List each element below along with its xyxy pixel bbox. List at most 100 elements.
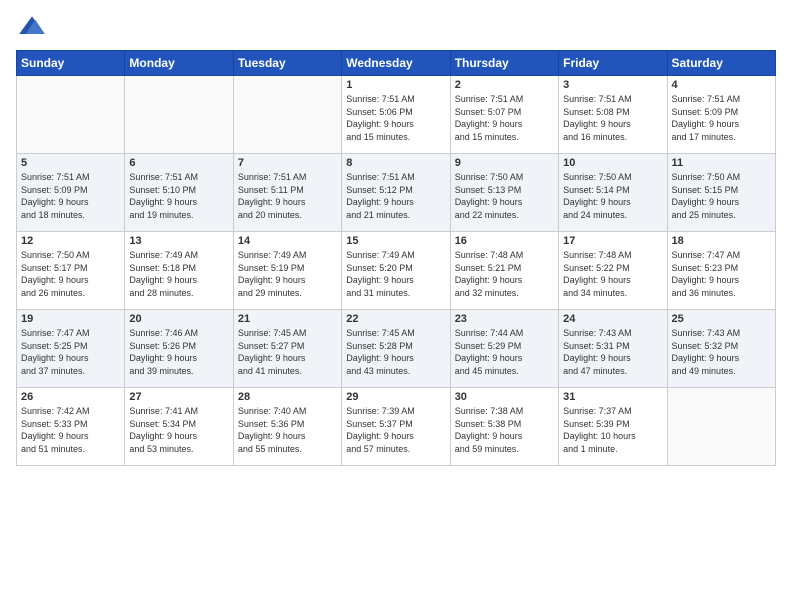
day-info: Sunrise: 7:51 AMSunset: 5:12 PMDaylight:… (346, 171, 445, 221)
day-info: Sunrise: 7:51 AMSunset: 5:06 PMDaylight:… (346, 93, 445, 143)
calendar-cell: 8 Sunrise: 7:51 AMSunset: 5:12 PMDaylight… (342, 154, 450, 232)
day-info: Sunrise: 7:51 AMSunset: 5:09 PMDaylight:… (672, 93, 771, 143)
day-info: Sunrise: 7:47 AMSunset: 5:25 PMDaylight:… (21, 327, 120, 377)
calendar-week-2: 12 Sunrise: 7:50 AMSunset: 5:17 PMDayligh… (17, 232, 776, 310)
day-info: Sunrise: 7:45 AMSunset: 5:28 PMDaylight:… (346, 327, 445, 377)
logo (16, 10, 52, 42)
day-info: Sunrise: 7:43 AMSunset: 5:31 PMDaylight:… (563, 327, 662, 377)
day-number: 14 (238, 235, 337, 247)
header (16, 10, 776, 42)
calendar-week-4: 26Sunrise: 7:42 AMSunset: 5:33 PMDayligh… (17, 388, 776, 466)
day-number: 19 (21, 313, 120, 325)
calendar-cell (667, 388, 775, 466)
day-info: Sunrise: 7:48 AMSunset: 5:22 PMDaylight:… (563, 249, 662, 299)
day-number: 4 (672, 79, 771, 91)
calendar-cell: 26Sunrise: 7:42 AMSunset: 5:33 PMDayligh… (17, 388, 125, 466)
day-info: Sunrise: 7:51 AMSunset: 5:09 PMDaylight:… (21, 171, 120, 221)
day-info: Sunrise: 7:50 AMSunset: 5:14 PMDaylight:… (563, 171, 662, 221)
day-info: Sunrise: 7:46 AMSunset: 5:26 PMDaylight:… (129, 327, 228, 377)
calendar-cell: 11Sunrise: 7:50 AMSunset: 5:15 PMDayligh… (667, 154, 775, 232)
day-number: 26 (21, 391, 120, 403)
day-info: Sunrise: 7:51 AMSunset: 5:10 PMDaylight:… (129, 171, 228, 221)
day-info: Sunrise: 7:45 AMSunset: 5:27 PMDaylight:… (238, 327, 337, 377)
calendar-cell (17, 76, 125, 154)
day-info: Sunrise: 7:44 AMSunset: 5:29 PMDaylight:… (455, 327, 554, 377)
calendar-cell: 3Sunrise: 7:51 AMSunset: 5:08 PMDaylight… (559, 76, 667, 154)
calendar-cell: 9Sunrise: 7:50 AMSunset: 5:13 PMDaylight… (450, 154, 558, 232)
calendar-cell: 18 Sunrise: 7:47 AMSunset: 5:23 PMDayligh… (667, 232, 775, 310)
day-number: 23 (455, 313, 554, 325)
day-number: 12 (21, 235, 120, 247)
day-number: 18 (672, 235, 771, 247)
calendar-cell: 25 Sunrise: 7:43 AMSunset: 5:32 PMDayligh… (667, 310, 775, 388)
calendar-header-monday: Monday (125, 51, 233, 76)
day-info: Sunrise: 7:51 AMSunset: 5:11 PMDaylight:… (238, 171, 337, 221)
calendar-week-1: 5 Sunrise: 7:51 AMSunset: 5:09 PMDaylight… (17, 154, 776, 232)
calendar-week-0: 1 Sunrise: 7:51 AMSunset: 5:06 PMDaylight… (17, 76, 776, 154)
day-number: 25 (672, 313, 771, 325)
calendar-header-friday: Friday (559, 51, 667, 76)
calendar-header-wednesday: Wednesday (342, 51, 450, 76)
calendar-cell: 15 Sunrise: 7:49 AMSunset: 5:20 PMDayligh… (342, 232, 450, 310)
day-info: Sunrise: 7:51 AMSunset: 5:07 PMDaylight:… (455, 93, 554, 143)
day-number: 2 (455, 79, 554, 91)
calendar-cell: 13 Sunrise: 7:49 AMSunset: 5:18 PMDayligh… (125, 232, 233, 310)
calendar-cell: 5 Sunrise: 7:51 AMSunset: 5:09 PMDaylight… (17, 154, 125, 232)
page: SundayMondayTuesdayWednesdayThursdayFrid… (0, 0, 792, 612)
day-number: 21 (238, 313, 337, 325)
calendar-cell: 27 Sunrise: 7:41 AMSunset: 5:34 PMDayligh… (125, 388, 233, 466)
calendar-cell: 31 Sunrise: 7:37 AMSunset: 5:39 PMDayligh… (559, 388, 667, 466)
day-number: 7 (238, 157, 337, 169)
calendar-cell: 6 Sunrise: 7:51 AMSunset: 5:10 PMDaylight… (125, 154, 233, 232)
day-number: 13 (129, 235, 228, 247)
calendar-header-sunday: Sunday (17, 51, 125, 76)
day-info: Sunrise: 7:49 AMSunset: 5:20 PMDaylight:… (346, 249, 445, 299)
day-number: 27 (129, 391, 228, 403)
calendar-cell: 20Sunrise: 7:46 AMSunset: 5:26 PMDayligh… (125, 310, 233, 388)
day-number: 3 (563, 79, 662, 91)
day-number: 31 (563, 391, 662, 403)
day-info: Sunrise: 7:41 AMSunset: 5:34 PMDaylight:… (129, 405, 228, 455)
day-number: 11 (672, 157, 771, 169)
day-info: Sunrise: 7:49 AMSunset: 5:19 PMDaylight:… (238, 249, 337, 299)
day-number: 16 (455, 235, 554, 247)
day-number: 5 (21, 157, 120, 169)
day-info: Sunrise: 7:47 AMSunset: 5:23 PMDaylight:… (672, 249, 771, 299)
calendar-header-row: SundayMondayTuesdayWednesdayThursdayFrid… (17, 51, 776, 76)
calendar-week-3: 19 Sunrise: 7:47 AMSunset: 5:25 PMDayligh… (17, 310, 776, 388)
calendar-cell: 10Sunrise: 7:50 AMSunset: 5:14 PMDayligh… (559, 154, 667, 232)
calendar-table: SundayMondayTuesdayWednesdayThursdayFrid… (16, 50, 776, 466)
day-number: 24 (563, 313, 662, 325)
day-number: 1 (346, 79, 445, 91)
day-info: Sunrise: 7:48 AMSunset: 5:21 PMDaylight:… (455, 249, 554, 299)
day-number: 17 (563, 235, 662, 247)
day-number: 8 (346, 157, 445, 169)
day-info: Sunrise: 7:38 AMSunset: 5:38 PMDaylight:… (455, 405, 554, 455)
calendar-cell: 1 Sunrise: 7:51 AMSunset: 5:06 PMDaylight… (342, 76, 450, 154)
calendar-cell: 22 Sunrise: 7:45 AMSunset: 5:28 PMDayligh… (342, 310, 450, 388)
calendar-header-thursday: Thursday (450, 51, 558, 76)
calendar-cell: 7 Sunrise: 7:51 AMSunset: 5:11 PMDaylight… (233, 154, 341, 232)
calendar-cell: 2 Sunrise: 7:51 AMSunset: 5:07 PMDaylight… (450, 76, 558, 154)
day-number: 15 (346, 235, 445, 247)
day-number: 28 (238, 391, 337, 403)
day-number: 6 (129, 157, 228, 169)
day-info: Sunrise: 7:49 AMSunset: 5:18 PMDaylight:… (129, 249, 228, 299)
calendar-cell: 30Sunrise: 7:38 AMSunset: 5:38 PMDayligh… (450, 388, 558, 466)
day-info: Sunrise: 7:37 AMSunset: 5:39 PMDaylight:… (563, 405, 662, 455)
calendar-cell: 19 Sunrise: 7:47 AMSunset: 5:25 PMDayligh… (17, 310, 125, 388)
calendar-cell: 24 Sunrise: 7:43 AMSunset: 5:31 PMDayligh… (559, 310, 667, 388)
calendar-cell: 29 Sunrise: 7:39 AMSunset: 5:37 PMDayligh… (342, 388, 450, 466)
day-info: Sunrise: 7:40 AMSunset: 5:36 PMDaylight:… (238, 405, 337, 455)
day-number: 9 (455, 157, 554, 169)
calendar-header-saturday: Saturday (667, 51, 775, 76)
day-number: 22 (346, 313, 445, 325)
day-info: Sunrise: 7:43 AMSunset: 5:32 PMDaylight:… (672, 327, 771, 377)
day-info: Sunrise: 7:39 AMSunset: 5:37 PMDaylight:… (346, 405, 445, 455)
day-info: Sunrise: 7:50 AMSunset: 5:17 PMDaylight:… (21, 249, 120, 299)
calendar-cell: 16 Sunrise: 7:48 AMSunset: 5:21 PMDayligh… (450, 232, 558, 310)
day-number: 29 (346, 391, 445, 403)
calendar-cell: 23 Sunrise: 7:44 AMSunset: 5:29 PMDayligh… (450, 310, 558, 388)
calendar-cell: 28 Sunrise: 7:40 AMSunset: 5:36 PMDayligh… (233, 388, 341, 466)
calendar-cell: 21 Sunrise: 7:45 AMSunset: 5:27 PMDayligh… (233, 310, 341, 388)
